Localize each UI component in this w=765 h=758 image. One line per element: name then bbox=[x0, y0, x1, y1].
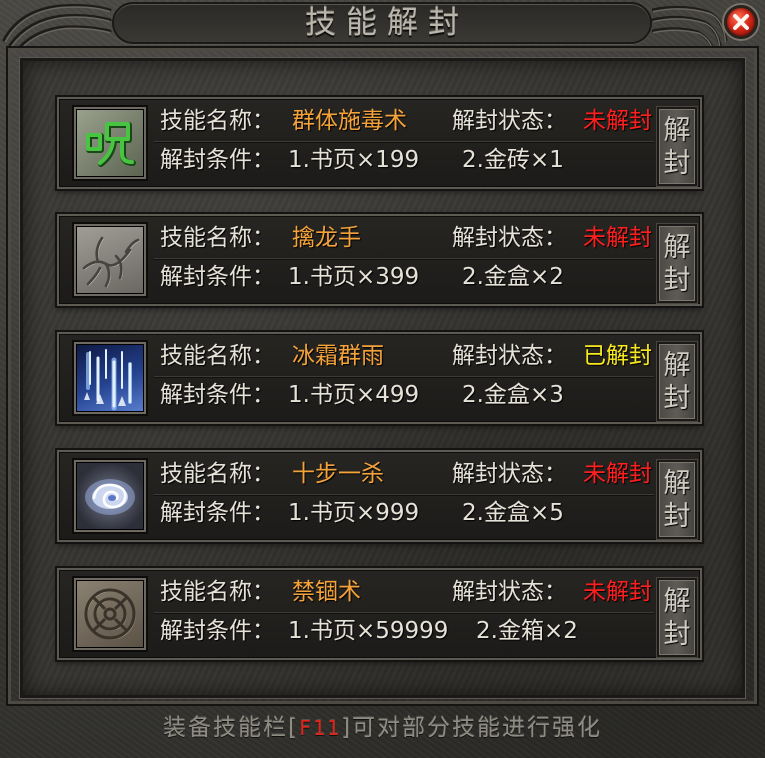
row-divider bbox=[154, 258, 654, 259]
condition-item-2: 2.金盒×2 bbox=[462, 264, 564, 290]
condition-item-2: 2.金盒×3 bbox=[462, 382, 564, 408]
unseal-condition-label: 解封条件： bbox=[160, 382, 275, 408]
condition-item-2: 2.金箱×2 bbox=[476, 618, 578, 644]
skill-name: 擒龙手 bbox=[292, 225, 361, 251]
condition-item-1: 1.书页×399 bbox=[288, 264, 420, 290]
unseal-status-label: 解封状态： bbox=[452, 461, 567, 487]
row-divider bbox=[154, 494, 654, 495]
unseal-status-label: 解封状态： bbox=[452, 108, 567, 134]
unseal-status: 未解封 bbox=[583, 108, 652, 134]
skill-name-label: 技能名称： bbox=[160, 461, 275, 487]
dragon-claw-icon bbox=[82, 236, 140, 288]
window-title: 技能解封 bbox=[305, 5, 469, 41]
unseal-button[interactable]: 解封 bbox=[657, 460, 697, 539]
skill-icon-frame bbox=[74, 460, 146, 532]
skill-icon-frame bbox=[74, 342, 146, 414]
footer-hint-suffix: ]可对部分技能进行强化 bbox=[341, 715, 603, 741]
skill-name-label: 技能名称： bbox=[160, 579, 275, 605]
row-divider bbox=[154, 612, 654, 613]
seal-circle-icon bbox=[84, 588, 136, 640]
skill-name-label: 技能名称： bbox=[160, 108, 275, 134]
poison-rune-icon bbox=[86, 122, 136, 167]
skill-name: 禁锢术 bbox=[292, 579, 361, 605]
skill-name-label: 技能名称： bbox=[160, 225, 275, 251]
unseal-button[interactable]: 解封 bbox=[657, 224, 697, 303]
condition-item-1: 1.书页×999 bbox=[288, 500, 420, 526]
skill-name-label: 技能名称： bbox=[160, 343, 275, 369]
ice-rain-icon bbox=[84, 349, 132, 411]
unseal-button[interactable]: 解封 bbox=[657, 578, 697, 657]
condition-item-1: 1.书页×199 bbox=[288, 147, 420, 173]
unseal-status-label: 解封状态： bbox=[452, 579, 567, 605]
unseal-button-label: 解封 bbox=[663, 115, 691, 179]
vortex-icon bbox=[85, 479, 135, 515]
close-button[interactable] bbox=[724, 5, 758, 39]
unseal-button[interactable]: 解封 bbox=[657, 342, 697, 421]
skill-row: 技能名称： 禁锢术 解封状态： 未解封 解封条件： 1.书页×59999 2.金… bbox=[57, 568, 702, 660]
unseal-condition-label: 解封条件： bbox=[160, 147, 275, 173]
unseal-button-label: 解封 bbox=[663, 468, 691, 532]
unseal-button[interactable]: 解封 bbox=[657, 107, 697, 186]
unseal-status: 未解封 bbox=[583, 579, 652, 605]
skill-icon-frame bbox=[74, 224, 146, 296]
condition-item-1: 1.书页×59999 bbox=[288, 618, 449, 644]
unseal-button-label: 解封 bbox=[663, 350, 691, 414]
condition-item-2: 2.金盒×5 bbox=[462, 500, 564, 526]
skill-row: 技能名称： 十步一杀 解封状态： 未解封 解封条件： 1.书页×999 2.金盒… bbox=[57, 450, 702, 542]
condition-item-2: 2.金砖×1 bbox=[462, 147, 564, 173]
close-icon bbox=[733, 14, 749, 30]
skill-name: 十步一杀 bbox=[292, 461, 384, 487]
title-bar: 技能解封 bbox=[112, 2, 652, 44]
unseal-condition-label: 解封条件： bbox=[160, 618, 275, 644]
unseal-condition-label: 解封条件： bbox=[160, 264, 275, 290]
condition-item-1: 1.书页×499 bbox=[288, 382, 420, 408]
row-divider bbox=[154, 141, 654, 142]
unseal-status: 已解封 bbox=[583, 343, 652, 369]
footer-hint: 装备技能栏[F11]可对部分技能进行强化 bbox=[0, 711, 765, 745]
hotkey-f11: F11 bbox=[298, 716, 342, 740]
unseal-button-label: 解封 bbox=[663, 586, 691, 650]
skill-row: 技能名称： 擒龙手 解封状态： 未解封 解封条件： 1.书页×399 2.金盒×… bbox=[57, 214, 702, 306]
row-divider bbox=[154, 376, 654, 377]
unseal-status-label: 解封状态： bbox=[452, 343, 567, 369]
unseal-status: 未解封 bbox=[583, 461, 652, 487]
skill-row: 技能名称： 冰霜群雨 解封状态： 已解封 解封条件： 1.书页×499 2.金盒… bbox=[57, 332, 702, 424]
skill-icon-frame bbox=[74, 107, 146, 179]
wing-ornament-left bbox=[2, 4, 112, 48]
footer-hint-prefix: 装备技能栏[ bbox=[162, 715, 299, 741]
unseal-status-label: 解封状态： bbox=[452, 225, 567, 251]
unseal-button-label: 解封 bbox=[663, 232, 691, 296]
unseal-status: 未解封 bbox=[583, 225, 652, 251]
skill-name: 群体施毒术 bbox=[292, 108, 407, 134]
skill-name: 冰霜群雨 bbox=[292, 343, 384, 369]
skill-row: 技能名称： 群体施毒术 解封状态： 未解封 解封条件： 1.书页×199 2.金… bbox=[57, 97, 702, 189]
unseal-condition-label: 解封条件： bbox=[160, 500, 275, 526]
skill-icon-frame bbox=[74, 578, 146, 650]
wing-ornament-right bbox=[652, 5, 728, 48]
